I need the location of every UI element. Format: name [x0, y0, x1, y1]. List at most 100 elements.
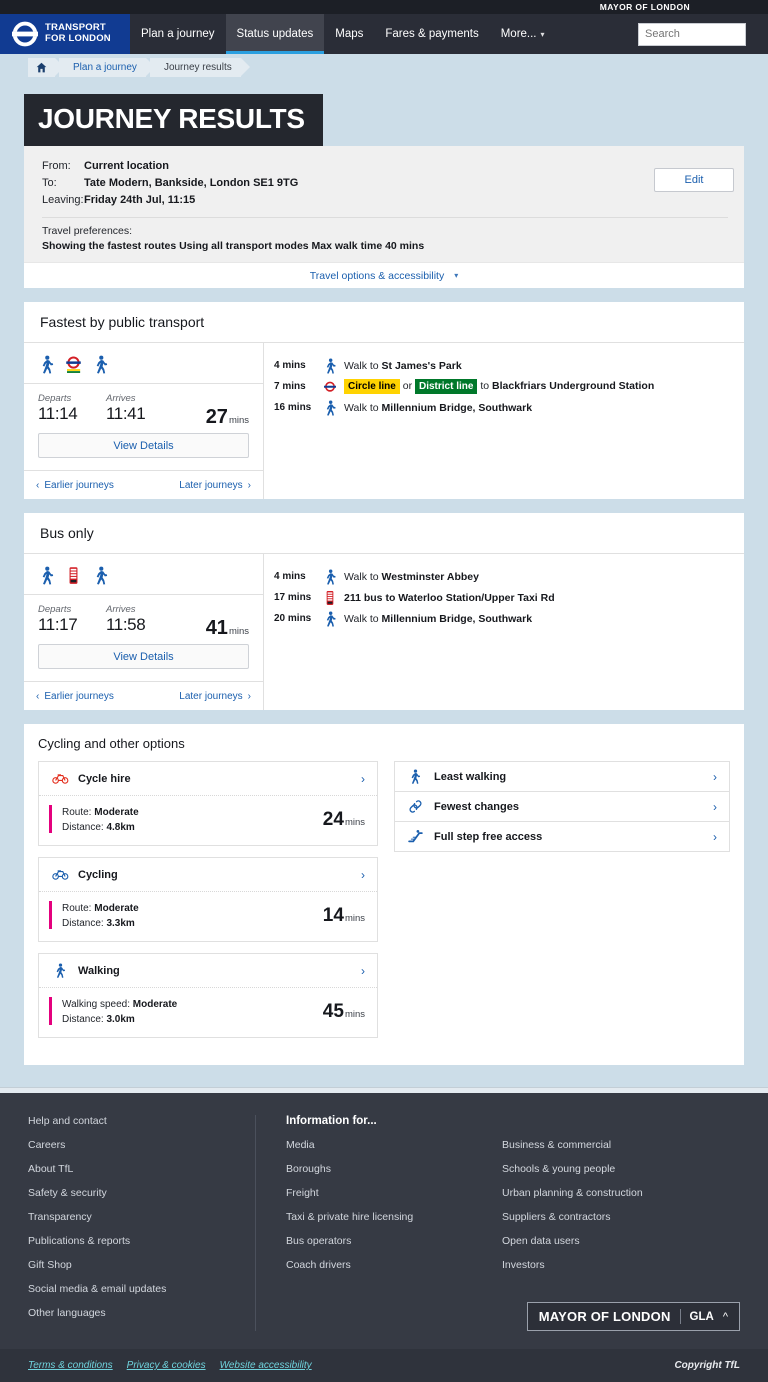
nav-item-fares-payments[interactable]: Fares & payments	[374, 14, 489, 54]
footer-link-coach-drivers[interactable]: Coach drivers	[286, 1259, 484, 1271]
nav-item-more[interactable]: More... ▾	[490, 14, 556, 54]
home-icon	[36, 62, 47, 72]
footer-link-business-commercial[interactable]: Business & commercial	[502, 1139, 740, 1151]
filter-fewest-changes[interactable]: Fewest changes ›	[395, 792, 729, 822]
meta-label: Route:	[62, 807, 95, 818]
footer-link-safety-security[interactable]: Safety & security	[28, 1187, 241, 1199]
nav-item-maps[interactable]: Maps	[324, 14, 374, 54]
departs-label: Departs	[38, 604, 72, 615]
travel-options-accessibility-toggle[interactable]: Travel options & accessibility ▾	[24, 262, 744, 288]
edit-button[interactable]: Edit	[654, 168, 734, 192]
filter-least-walking[interactable]: Least walking ›	[395, 762, 729, 792]
option-card-cycling: Cycling › Route: Moderate Distance: 3.3k…	[38, 857, 378, 942]
footer-link-other-languages[interactable]: Other languages	[28, 1307, 241, 1319]
option-card-walking: Walking › Walking speed: Moderate Distan…	[38, 953, 378, 1038]
later-journeys-link[interactable]: Later journeys ›	[179, 691, 251, 702]
view-details-button[interactable]: View Details	[38, 644, 249, 669]
footer-link-bus-operators[interactable]: Bus operators	[286, 1235, 484, 1247]
walk-icon	[56, 963, 65, 978]
option-header[interactable]: Cycling ›	[39, 858, 377, 891]
option-header[interactable]: Cycle hire ›	[39, 762, 377, 795]
footer-link-gift-shop[interactable]: Gift Shop	[28, 1259, 241, 1271]
option-header[interactable]: Walking ›	[39, 954, 377, 987]
footer-link-media[interactable]: Media	[286, 1139, 484, 1151]
walk-icon	[316, 358, 344, 374]
footer-link-boroughs[interactable]: Boroughs	[286, 1163, 484, 1175]
leg-duration: 7 mins	[274, 381, 306, 392]
footer-link-transparency[interactable]: Transparency	[28, 1211, 241, 1223]
breadcrumb-item-home[interactable]	[28, 57, 64, 77]
leg-destination: Millennium Bridge, Southwark	[381, 612, 533, 625]
search-box[interactable]	[638, 22, 768, 46]
earlier-journeys-link[interactable]: ‹ Earlier journeys	[36, 480, 114, 491]
legal-link-privacy-cookies[interactable]: Privacy & cookies	[127, 1360, 206, 1371]
filter-full-step-free-access[interactable]: Full step free access ›	[395, 822, 729, 851]
footer-link-urban-planning[interactable]: Urban planning & construction	[502, 1187, 740, 1199]
footer-link-open-data-users[interactable]: Open data users	[502, 1235, 740, 1247]
footer-link-social-media[interactable]: Social media & email updates	[28, 1283, 241, 1295]
summary-row-to: To: Tate Modern, Bankside, London SE1 9TG	[42, 175, 728, 192]
footer-link-about-tfl[interactable]: About TfL	[28, 1163, 241, 1175]
option-duration: 24mins	[323, 809, 365, 831]
footer-column-business: Business & commercial Schools & young pe…	[484, 1115, 740, 1331]
breadcrumb-item-plan-a-journey[interactable]: Plan a journey	[59, 57, 155, 77]
nav-label: Status updates	[236, 28, 314, 40]
link-changes-icon	[409, 800, 422, 813]
accent-bar	[49, 997, 52, 1025]
breadcrumb-item-journey-results[interactable]: Journey results	[149, 57, 250, 77]
mode-icon-strip	[24, 554, 263, 594]
footer-legal-bar: Terms & conditions Privacy & cookies Web…	[0, 1349, 768, 1382]
earlier-journeys-label: Earlier journeys	[44, 479, 114, 491]
duration-value: 27	[205, 406, 228, 428]
footer-link-help-and-contact[interactable]: Help and contact	[28, 1115, 241, 1127]
later-journeys-link[interactable]: Later journeys ›	[179, 480, 251, 491]
footer-link-schools-young-people[interactable]: Schools & young people	[502, 1163, 740, 1175]
journey-pagination: ‹ Earlier journeys Later journeys ›	[24, 681, 263, 710]
earlier-journeys-link[interactable]: ‹ Earlier journeys	[36, 691, 114, 702]
meta-value: 4.8km	[106, 822, 135, 833]
nav-item-status-updates[interactable]: Status updates	[225, 14, 325, 54]
gla-main-label: MAYOR OF LONDON	[538, 1309, 671, 1324]
duration-unit: mins	[228, 415, 249, 426]
legal-links: Terms & conditions Privacy & cookies Web…	[28, 1360, 312, 1371]
journey-times: Departs Arrives 11:17 11:58 41mins View …	[24, 594, 263, 681]
option-duration: 45mins	[323, 1001, 365, 1023]
footer-link-careers[interactable]: Careers	[28, 1139, 241, 1151]
option-meta-line-2: Distance: 3.3km	[62, 916, 139, 931]
leg-suffix-prefix: to	[477, 380, 493, 392]
leg-prefix: Walk to	[344, 359, 382, 372]
journey-summary-panel: From: Current location To: Tate Modern, Ba…	[24, 146, 744, 288]
tfl-logo[interactable]: TRANSPORT FOR LONDON	[0, 14, 130, 54]
footer-column-information-for: Information for... Media Boroughs Freigh…	[256, 1115, 484, 1331]
bus-icon	[316, 590, 344, 606]
view-details-button[interactable]: View Details	[38, 433, 249, 458]
footer-column-heading: Information for...	[286, 1115, 377, 1127]
legal-link-website-accessibility[interactable]: Website accessibility	[220, 1360, 312, 1371]
nav-label: Plan a journey	[141, 28, 215, 40]
departs-time: 11:17	[38, 615, 78, 634]
footer-link-publications-reports[interactable]: Publications & reports	[28, 1235, 241, 1247]
mayor-of-london-gla-badge[interactable]: MAYOR OF LONDON GLA ^	[526, 1302, 740, 1331]
meta-label: Route:	[62, 903, 95, 914]
walk-icon	[42, 566, 54, 585]
option-details: Walking speed: Moderate Distance: 3.0km …	[39, 987, 377, 1037]
to-value: Tate Modern, Bankside, London SE1 9TG	[84, 177, 299, 189]
search-input[interactable]	[645, 28, 768, 40]
nav-item-plan-a-journey[interactable]: Plan a journey	[130, 14, 226, 54]
cycle-hire-icon	[52, 774, 69, 784]
footer-link-investors[interactable]: Investors	[502, 1259, 740, 1271]
journey-filters: Least walking › Fewest changes › Full st…	[394, 761, 730, 852]
legal-link-terms-conditions[interactable]: Terms & conditions	[28, 1360, 113, 1371]
summary-divider	[42, 217, 728, 218]
footer-link-taxi-private-hire[interactable]: Taxi & private hire licensing	[286, 1211, 484, 1223]
to-label: To:	[42, 177, 57, 189]
option-meta-line-1: Route: Moderate	[62, 805, 139, 820]
option-meta-line-2: Distance: 3.0km	[62, 1012, 177, 1027]
result-card-title: Fastest by public transport	[24, 302, 744, 343]
option-details: Route: Moderate Distance: 3.3km 14mins	[39, 891, 377, 941]
footer-link-freight[interactable]: Freight	[286, 1187, 484, 1199]
journey-leg: 4 mins Walk to St James's Park	[274, 355, 744, 376]
cycling-icon	[52, 870, 69, 880]
chevron-left-icon: ‹	[36, 690, 40, 702]
footer-link-suppliers-contractors[interactable]: Suppliers & contractors	[502, 1211, 740, 1223]
